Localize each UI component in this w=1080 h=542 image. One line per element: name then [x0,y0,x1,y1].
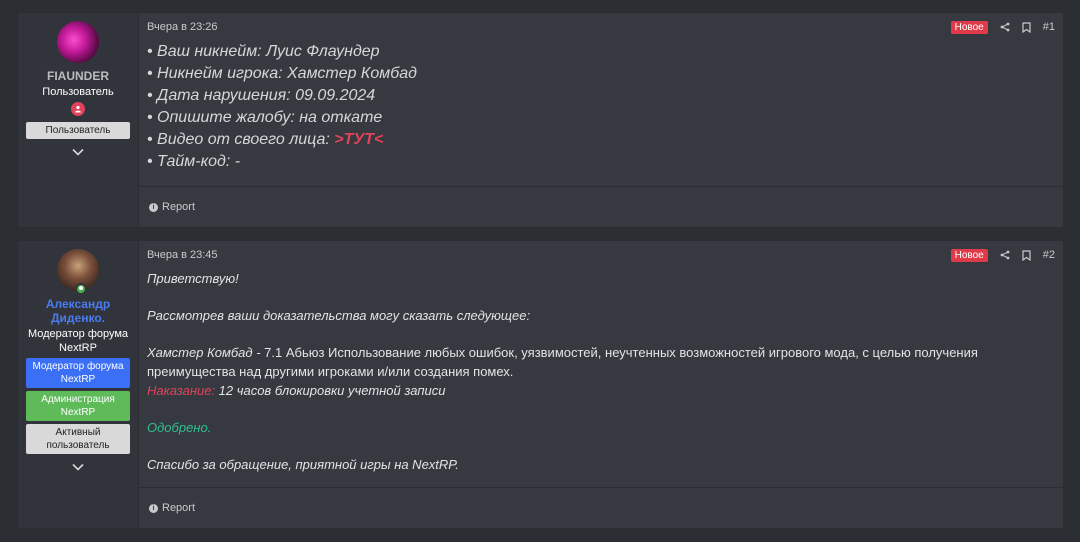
user-icon [71,102,85,116]
badge-user: Пользователь [26,122,130,139]
report-link[interactable]: Report [162,201,195,213]
verdict: Одобрено. [147,420,212,435]
video-link[interactable]: >ТУТ< [334,131,383,148]
post-footer: i Report [139,487,1063,528]
info-icon: i [149,503,158,513]
post-time[interactable]: Вчера в 23:45 [147,249,218,261]
post-time[interactable]: Вчера в 23:26 [147,21,218,33]
post-footer: i Report [139,186,1063,227]
new-badge: Новое [950,20,988,34]
username[interactable]: Александр Диденко. [18,297,138,325]
online-status-icon [75,283,87,295]
chevron-down-icon[interactable] [71,145,85,159]
violation-prefix: Хамстер Комбад - [147,345,265,360]
line-timecode: • Тайм-код: - [147,153,241,170]
punishment: Наказание: 12 часов блокировки учетной з… [147,381,1055,400]
post-meta: Вчера в 23:26 Новое #1 [139,13,1063,41]
badge-admin: Администрация NextRP [26,391,130,421]
violation-text: 7.1 Абьюз Использование любых ошибок, уя… [147,345,978,379]
post-body: • Ваш никнейм: Луис Флаундер • Никнейм и… [139,41,1063,186]
line-video: • Видео от своего лица: >ТУТ< [147,129,1055,151]
post-meta: Вчера в 23:45 Новое #2 [139,241,1063,269]
violation: Хамстер Комбад - 7.1 Абьюз Использование… [147,343,1055,381]
line-nickname: • Ваш никнейм: Луис Флаундер [147,43,380,60]
post-2: Александр Диденко. Модератор форума Next… [17,240,1064,529]
avatar[interactable] [57,21,99,63]
badge-moderator: Модератор форума NextRP [26,358,130,388]
bookmark-icon[interactable] [1022,21,1031,33]
user-title: Модератор форума NextRP [27,328,129,354]
post-number[interactable]: #1 [1043,21,1055,33]
new-badge: Новое [950,248,988,262]
post-body: Приветствую! Рассмотрев ваши доказательс… [139,269,1063,487]
line-player: • Никнейм игрока: Хамстер Комбад [147,65,417,82]
report-link[interactable]: Report [162,502,195,514]
share-icon[interactable] [1000,22,1010,32]
post-1: FIAUNDER Пользователь Пользователь Вчера… [17,12,1064,228]
user-title: Пользователь [42,86,114,98]
punishment-label: Наказание: [147,383,216,398]
badge-active-user: Активный пользователь [26,424,130,454]
closing: Спасибо за обращение, приятной игры на N… [147,457,459,472]
info-icon: i [149,202,158,212]
post-number[interactable]: #2 [1043,249,1055,261]
line-complaint: • Опишите жалобу: на откате [147,109,383,126]
bookmark-icon[interactable] [1022,249,1031,261]
line-video-label: • Видео от своего лица: [147,131,335,148]
user-info: FIAUNDER Пользователь Пользователь [18,13,139,227]
share-icon[interactable] [1000,250,1010,260]
greeting: Приветствую! [147,271,239,286]
username[interactable]: FIAUNDER [47,69,109,83]
chevron-down-icon[interactable] [71,460,85,474]
punishment-text: 12 часов блокировки учетной записи [215,383,446,398]
intro: Рассмотрев ваши доказательства могу сказ… [147,308,531,323]
avatar[interactable] [57,249,99,295]
line-date: • Дата нарушения: 09.09.2024 [147,87,376,104]
user-info: Александр Диденко. Модератор форума Next… [18,241,139,528]
